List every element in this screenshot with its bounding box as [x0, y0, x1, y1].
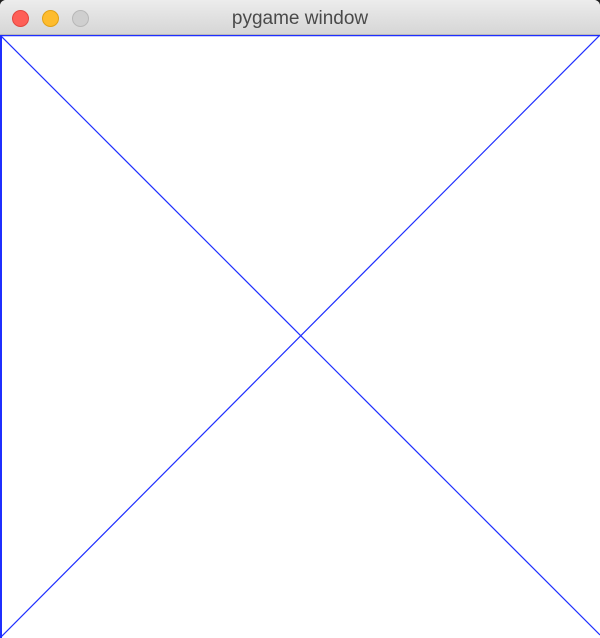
title-bar[interactable]: pygame window — [0, 0, 600, 35]
pygame-canvas[interactable] — [0, 35, 600, 638]
window-title: pygame window — [231, 8, 369, 29]
drawing-surface — [0, 35, 600, 638]
pygame-window: pygame window — [0, 0, 600, 638]
